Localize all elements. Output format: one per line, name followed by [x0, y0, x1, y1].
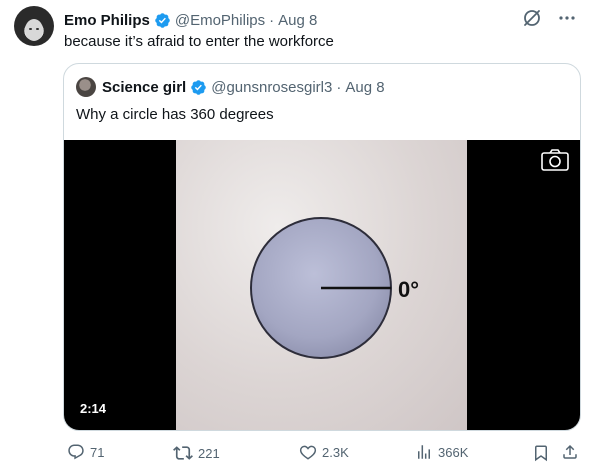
reply-count: 71 — [90, 444, 105, 460]
avatar-eye-left — [29, 28, 32, 30]
quote-text: Why a circle has 360 degrees — [76, 106, 274, 123]
tweet-actions: 71 221 2.3K 366K — [63, 443, 581, 465]
author-avatar[interactable] — [14, 6, 54, 46]
tweet-header: Emo Philips @EmoPhilips · Aug 8 — [64, 10, 317, 30]
header-separator: · — [269, 11, 275, 29]
views-count: 366K — [438, 444, 469, 460]
grok-icon[interactable] — [522, 8, 542, 28]
video-player[interactable]: 0° 2:14 — [64, 140, 580, 430]
quote-date[interactable]: Aug 8 — [345, 79, 384, 96]
quote-header-separator: · — [336, 78, 342, 96]
retweet-icon — [173, 446, 193, 460]
circle-illustration: 0° — [250, 217, 419, 359]
reply-icon — [68, 444, 84, 460]
like-icon — [299, 445, 317, 460]
quote-header: Science girl @gunsnrosesgirl3 · Aug 8 — [76, 77, 385, 97]
author-name[interactable]: Emo Philips — [64, 12, 150, 29]
video-frame: 0° — [176, 140, 467, 430]
tweet-date[interactable]: Aug 8 — [278, 12, 317, 29]
bookmark-icon[interactable] — [532, 444, 550, 462]
retweet-count: 221 — [198, 445, 220, 461]
reply-button[interactable]: 71 — [67, 443, 104, 461]
views-button[interactable]: 366K — [415, 443, 468, 461]
quote-author-avatar[interactable] — [76, 77, 96, 97]
quote-author-handle[interactable]: @gunsnrosesgirl3 — [211, 79, 332, 96]
angle-label: 0° — [398, 277, 419, 302]
verified-icon — [155, 12, 170, 28]
verified-icon — [191, 79, 206, 95]
author-handle[interactable]: @EmoPhilips — [175, 12, 265, 29]
tweet-text: because it’s afraid to enter the workfor… — [64, 33, 334, 50]
like-count: 2.3K — [322, 444, 349, 460]
avatar-eye-right — [36, 28, 39, 30]
camera-icon[interactable] — [540, 148, 570, 172]
views-icon — [418, 445, 430, 459]
avatar-face — [25, 19, 43, 41]
like-button[interactable]: 2.3K — [299, 443, 349, 461]
retweet-button[interactable]: 221 — [173, 443, 220, 463]
quote-author-name[interactable]: Science girl — [102, 79, 186, 96]
video-duration: 2:14 — [74, 399, 113, 418]
share-icon[interactable] — [561, 443, 579, 461]
more-icon[interactable] — [558, 9, 576, 27]
quoted-tweet[interactable]: Science girl @gunsnrosesgirl3 · Aug 8 Wh… — [63, 63, 581, 431]
tweet-top-actions — [522, 8, 576, 28]
